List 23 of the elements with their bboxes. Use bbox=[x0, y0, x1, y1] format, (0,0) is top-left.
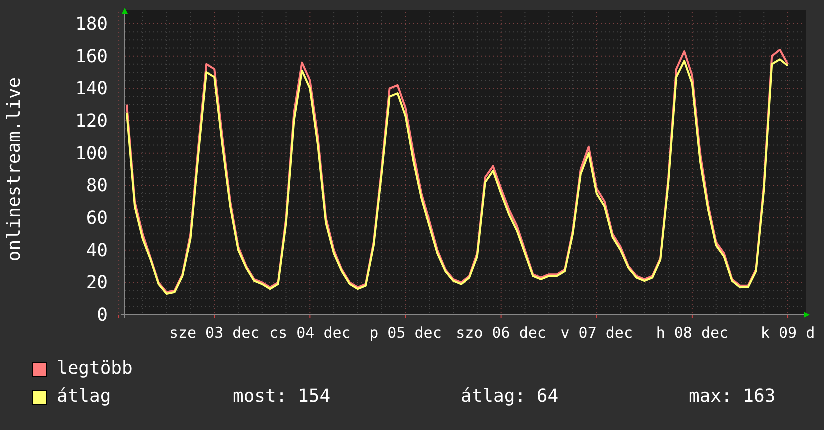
y-axis-title: onlinestream.live bbox=[4, 77, 25, 262]
legend-stat: most: 154 bbox=[233, 385, 332, 409]
y-tick-label: 100 bbox=[75, 143, 108, 164]
y-tick-label: 40 bbox=[86, 240, 108, 262]
x-tick-label: cs 04 dec bbox=[270, 324, 351, 342]
y-tick-label: 80 bbox=[86, 176, 108, 197]
y-tick-label: 0 bbox=[97, 305, 108, 326]
legend-label: átlag bbox=[57, 385, 112, 409]
y-tick-label: 160 bbox=[75, 46, 108, 68]
x-tick-label: p 05 dec bbox=[370, 324, 442, 342]
x-tick-label: sze 03 dec bbox=[169, 324, 260, 342]
y-tick-label: 20 bbox=[86, 272, 108, 294]
y-tick-label: 180 bbox=[75, 14, 108, 35]
y-tick-label: 60 bbox=[86, 208, 108, 229]
legend-stat: max: 163 bbox=[689, 385, 777, 409]
x-tick-label: k 09 d bbox=[760, 324, 816, 342]
legend-stat: átlag: 64 bbox=[461, 385, 560, 409]
y-tick-label: 140 bbox=[75, 78, 108, 100]
y-tick-label: 120 bbox=[75, 111, 108, 132]
x-tick-label: szo 06 dec bbox=[456, 324, 546, 342]
x-tick-label: h 08 dec bbox=[656, 324, 729, 342]
legend-label: legtöbb bbox=[57, 357, 134, 381]
x-tick-label: v 07 dec bbox=[560, 324, 633, 342]
